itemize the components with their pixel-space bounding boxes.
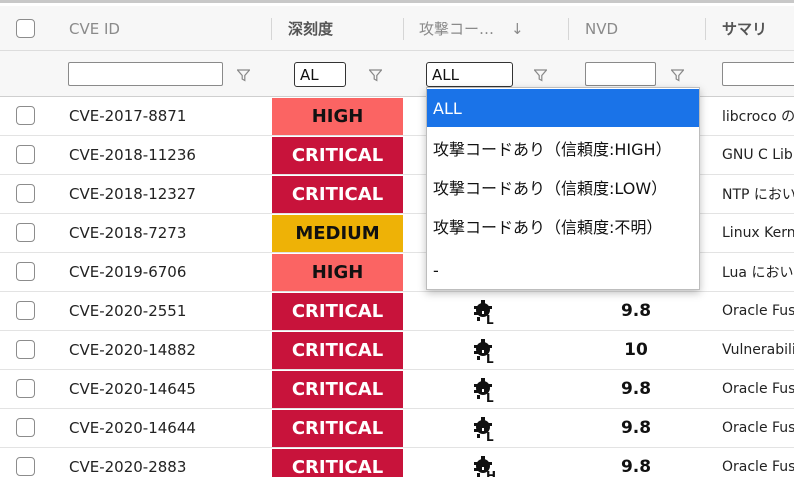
nvd-score-cell: 9.8: [620, 457, 652, 477]
table-row[interactable]: CVE-2020-14644 CRITICAL L 9.8 Oracle Fus: [0, 409, 794, 448]
summary-cell: Vulnerabili: [722, 342, 794, 358]
exploit-bug-icon: L: [472, 416, 500, 444]
row-checkbox[interactable]: [16, 457, 35, 476]
cve-id-cell: CVE-2020-2883: [69, 458, 187, 476]
cve-id-cell: CVE-2020-14645: [69, 380, 196, 398]
column-header-cve-id[interactable]: CVE ID: [69, 6, 120, 51]
exploit-filter-select[interactable]: ALL: [426, 62, 513, 87]
column-separator[interactable]: [403, 18, 404, 40]
cve-id-cell: CVE-2020-14644: [69, 419, 196, 437]
severity-filter-select[interactable]: AL: [294, 62, 346, 87]
svg-text:H: H: [486, 469, 496, 477]
summary-filter-input[interactable]: [722, 62, 794, 86]
filter-funnel-icon[interactable]: [671, 69, 684, 82]
nvd-score-cell: 9.8: [620, 379, 652, 399]
summary-cell: NTP におい: [722, 187, 794, 203]
exploit-filter-value: ALL: [432, 65, 459, 84]
exploit-filter-dropdown: ALL 攻撃コードあり（信頼度:HIGH） 攻撃コードあり（信頼度:LOW） 攻…: [426, 87, 700, 290]
cve-id-cell: CVE-2018-11236: [69, 146, 196, 164]
severity-badge: CRITICAL: [272, 371, 403, 408]
dropdown-option-all[interactable]: ALL: [427, 89, 699, 127]
svg-text:L: L: [486, 352, 494, 364]
row-checkbox[interactable]: [16, 106, 35, 125]
dropdown-option-exploit-low[interactable]: 攻撃コードあり（信頼度:LOW）: [427, 168, 699, 206]
severity-badge: CRITICAL: [272, 449, 403, 477]
column-header-summary[interactable]: サマリ: [722, 6, 767, 51]
severity-badge: HIGH: [272, 254, 403, 291]
table-row[interactable]: CVE-2020-2883 CRITICAL H 9.8 Oracle Fus: [0, 448, 794, 477]
exploit-bug-icon: L: [472, 338, 500, 366]
dropdown-option-exploit-unknown[interactable]: 攻撃コードあり（信頼度:不明）: [427, 207, 699, 245]
dropdown-option-none[interactable]: -: [427, 251, 699, 289]
column-separator[interactable]: [568, 18, 569, 40]
summary-cell: Oracle Fus: [722, 459, 794, 475]
svg-text:L: L: [486, 391, 494, 403]
severity-badge: MEDIUM: [272, 215, 403, 252]
column-header-exploit[interactable]: 攻撃コー…: [419, 6, 494, 51]
nvd-score-cell: 9.8: [620, 301, 652, 321]
summary-cell: Oracle Fus: [722, 303, 794, 319]
row-checkbox[interactable]: [16, 184, 35, 203]
cve-id-cell: CVE-2019-6706: [69, 263, 187, 281]
row-checkbox[interactable]: [16, 379, 35, 398]
row-checkbox[interactable]: [16, 418, 35, 437]
severity-badge: CRITICAL: [272, 176, 403, 213]
summary-cell: Oracle Fus: [722, 420, 794, 436]
cve-id-cell: CVE-2020-14882: [69, 341, 196, 359]
summary-cell: libcroco の: [722, 109, 794, 125]
dropdown-option-exploit-high[interactable]: 攻撃コードあり（信頼度:HIGH）: [427, 129, 699, 167]
summary-cell: Linux Kern: [722, 225, 794, 241]
table-row[interactable]: CVE-2020-2551 CRITICAL L 9.8 Oracle Fus: [0, 292, 794, 331]
severity-badge: CRITICAL: [272, 137, 403, 174]
summary-cell: Oracle Fus: [722, 381, 794, 397]
exploit-bug-icon: H: [472, 455, 500, 477]
filter-funnel-icon[interactable]: [534, 69, 547, 82]
column-header-nvd[interactable]: NVD: [585, 6, 618, 51]
row-checkbox[interactable]: [16, 301, 35, 320]
nvd-score-cell: 10: [624, 340, 648, 360]
nvd-score-cell: 9.8: [620, 418, 652, 438]
cve-id-cell: CVE-2017-8871: [69, 107, 187, 125]
summary-cell: Lua におい: [722, 265, 794, 281]
row-checkbox[interactable]: [16, 145, 35, 164]
nvd-filter-input[interactable]: [585, 62, 656, 86]
severity-filter-value: AL: [300, 65, 319, 84]
severity-badge: CRITICAL: [272, 410, 403, 447]
cve-id-cell: CVE-2018-12327: [69, 185, 196, 203]
vulnerability-grid: CVE ID 深刻度 攻撃コー… ↓ NVD サマリ AL ALL CVE-20…: [0, 0, 794, 477]
severity-badge: CRITICAL: [272, 293, 403, 330]
select-all-checkbox[interactable]: [16, 19, 35, 38]
cve-id-filter-input[interactable]: [68, 62, 223, 86]
column-separator[interactable]: [271, 18, 272, 40]
table-row[interactable]: CVE-2020-14645 CRITICAL L 9.8 Oracle Fus: [0, 370, 794, 409]
column-separator[interactable]: [705, 18, 706, 40]
row-checkbox[interactable]: [16, 340, 35, 359]
severity-badge: HIGH: [272, 98, 403, 135]
exploit-bug-icon: L: [472, 377, 500, 405]
grid-header: CVE ID 深刻度 攻撃コー… ↓ NVD サマリ: [0, 6, 794, 51]
exploit-bug-icon: L: [472, 299, 500, 327]
table-row[interactable]: CVE-2020-14882 CRITICAL L 10 Vulnerabili: [0, 331, 794, 370]
column-header-severity[interactable]: 深刻度: [288, 6, 333, 51]
filter-funnel-icon[interactable]: [237, 69, 250, 82]
svg-text:L: L: [486, 430, 494, 442]
summary-cell: GNU C Libr: [722, 147, 794, 163]
severity-badge: CRITICAL: [272, 332, 403, 369]
cve-id-cell: CVE-2018-7273: [69, 224, 187, 242]
row-checkbox[interactable]: [16, 223, 35, 242]
sort-down-icon[interactable]: ↓: [511, 6, 524, 51]
svg-text:L: L: [486, 313, 494, 325]
cve-id-cell: CVE-2020-2551: [69, 302, 187, 320]
filter-funnel-icon[interactable]: [369, 69, 382, 82]
row-checkbox[interactable]: [16, 262, 35, 281]
